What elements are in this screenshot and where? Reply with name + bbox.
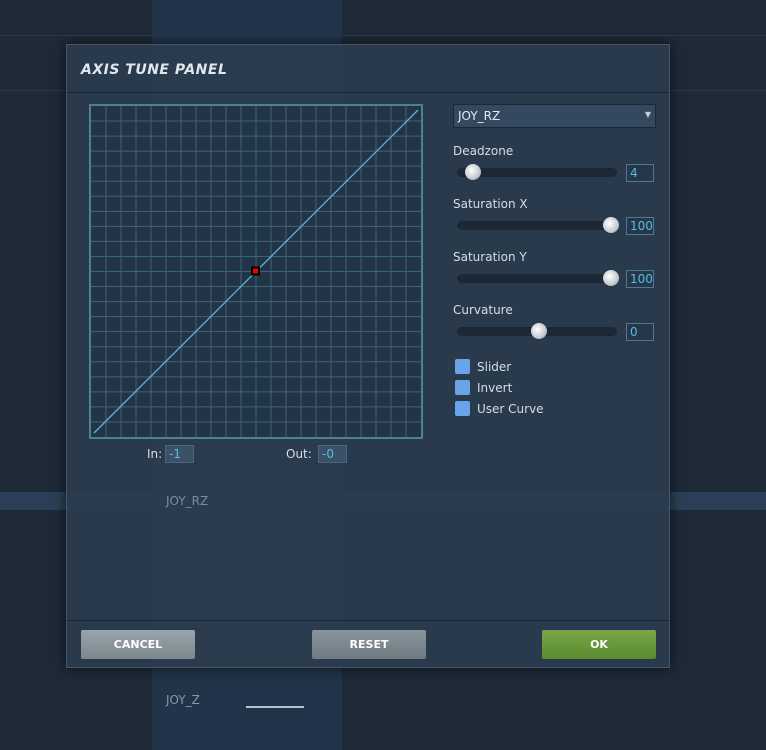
chevron-down-icon: ▼ [644,110,651,119]
saturation-y-label: Saturation Y [453,250,527,264]
out-value: -0 [318,445,347,463]
invert-checkbox[interactable] [455,380,470,395]
curvature-label: Curvature [453,303,513,317]
curvature-slider[interactable] [457,323,617,339]
background-divider [0,35,766,36]
deadzone-slider-thumb[interactable] [464,164,481,180]
user-curve-checkbox[interactable] [455,401,470,416]
curvature-value[interactable]: 0 [626,323,654,341]
in-value: -1 [165,445,194,463]
saturation-y-slider-thumb[interactable] [603,270,619,286]
footer-divider [67,620,669,621]
current-position-marker-dot [253,268,258,274]
background-binding-bar [246,706,304,708]
saturation-y-value[interactable]: 100 [626,270,654,288]
slider-checkbox-label: Slider [477,360,512,374]
deadzone-value[interactable]: 4 [626,164,654,182]
slider-checkbox[interactable] [455,359,470,374]
axis-tune-dialog: AXIS TUNE PANEL In: -1 Out: -0 JOY_RZ ▼ D… [66,44,670,668]
curve-graph[interactable] [89,104,423,439]
axis-select-value: JOY_RZ [458,109,501,123]
saturation-y-slider[interactable] [457,270,619,286]
curvature-slider-thumb[interactable] [531,323,547,339]
curve-graph-svg [91,106,421,437]
background-row-label: JOY_RZ [166,494,209,508]
invert-checkbox-label: Invert [477,381,513,395]
reset-button[interactable]: RESET [312,630,426,659]
user-curve-checkbox-label: User Curve [477,402,544,416]
in-label: In: [147,447,163,461]
saturation-x-label: Saturation X [453,197,528,211]
saturation-x-slider[interactable] [457,217,619,233]
background-row-label: JOY_Z [166,693,200,707]
dialog-title: AXIS TUNE PANEL [67,45,669,93]
saturation-x-slider-thumb[interactable] [603,217,619,233]
deadzone-slider[interactable] [457,164,617,180]
saturation-x-value[interactable]: 100 [626,217,654,235]
ok-button[interactable]: OK [542,630,656,659]
deadzone-label: Deadzone [453,144,514,158]
out-label: Out: [286,447,312,461]
cancel-button[interactable]: CANCEL [81,630,195,659]
axis-select[interactable]: JOY_RZ ▼ [453,104,656,128]
